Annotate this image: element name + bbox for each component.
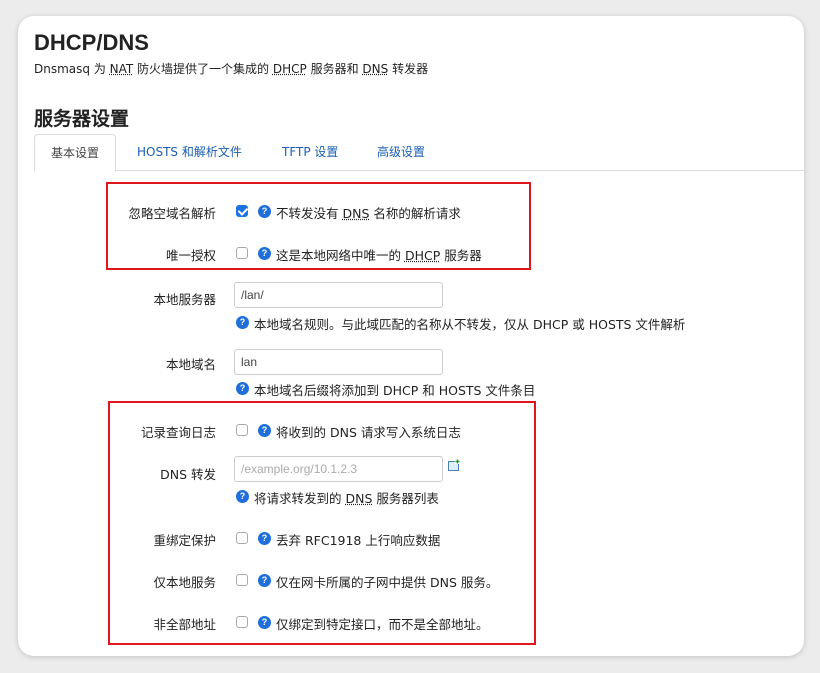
settings-card: DHCP/DNS Dnsmasq 为 NAT 防火墙提供了一个集成的 DHCP …: [18, 16, 804, 656]
page-description: Dnsmasq 为 NAT 防火墙提供了一个集成的 DHCP 服务器和 DNS …: [34, 62, 429, 76]
nat-abbr: NAT: [109, 62, 134, 76]
tab-hosts-resolv[interactable]: HOSTS 和解析文件: [137, 134, 242, 170]
help-icon: ?: [236, 316, 249, 329]
highlight-box-bottom: [108, 401, 536, 645]
local-domain-label: 本地域名: [165, 357, 216, 372]
local-domain-input[interactable]: [234, 349, 443, 375]
local-domain-help: 本地域名后缀将添加到 DHCP 和 HOSTS 文件条目: [254, 383, 536, 398]
highlight-box-top: [106, 182, 531, 270]
section-title: 服务器设置: [34, 108, 130, 130]
local-server-help: 本地域名规则。与此域匹配的名称从不转发，仅从 DHCP 或 HOSTS 文件解析: [254, 317, 686, 332]
page-title: DHCP/DNS: [34, 30, 149, 55]
tab-tftp[interactable]: TFTP 设置: [282, 134, 338, 170]
local-server-label: 本地服务器: [153, 292, 216, 307]
dns-abbr: DNS: [362, 62, 389, 76]
tab-advanced[interactable]: 高级设置: [377, 134, 425, 170]
dhcp-abbr: DHCP: [272, 62, 307, 76]
tab-basic-settings[interactable]: 基本设置: [34, 134, 117, 172]
help-icon: ?: [236, 382, 249, 395]
tab-bar: 基本设置 HOSTS 和解析文件 TFTP 设置 高级设置: [34, 134, 804, 172]
local-server-input[interactable]: [234, 282, 443, 308]
